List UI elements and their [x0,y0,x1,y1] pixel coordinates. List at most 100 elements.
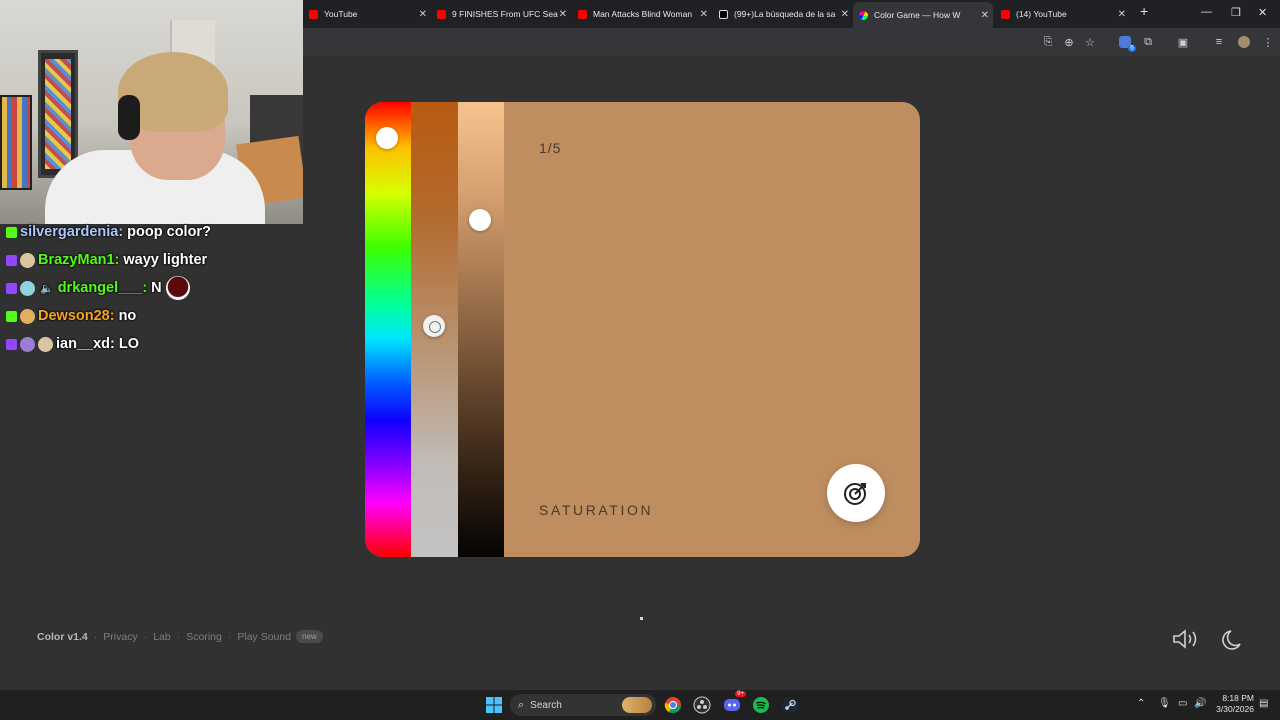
play-sound-link[interactable]: Play Sound [237,631,291,643]
submit-guess-button[interactable] [827,464,885,522]
moon-icon [1222,630,1241,650]
chat-message: 🔈 drkangel___: N [0,274,303,302]
kick-badge-icon [6,310,17,322]
lightness-slider-handle[interactable] [469,209,491,231]
target-check-icon [844,483,866,505]
emote-badge-icon [20,280,35,296]
twitch-badge-icon [6,338,17,350]
tab-title: Color Game — How W [874,10,961,20]
privacy-link[interactable]: Privacy [103,631,137,643]
youtube-icon [1001,9,1010,19]
tab-blind-woman[interactable]: Man Attacks Blind Woman ✕ [572,4,712,24]
lab-link[interactable]: Lab [153,631,171,643]
muted-speaker-icon: 🔈 [40,282,54,295]
twitch-badge-icon [6,254,17,266]
tab-youtube[interactable]: YouTube ✕ [303,4,431,24]
hue-slider-handle[interactable] [376,127,398,149]
tab-tiktok[interactable]: (99+)La búsqueda de la sa ✕ [713,4,853,24]
kick-badge-icon [6,226,17,238]
chat-username: drkangel___: [57,280,148,296]
sound-toggle-button[interactable] [1172,627,1200,651]
steam-icon[interactable] [781,696,799,714]
scoring-link[interactable]: Scoring [186,631,222,643]
extension-badge-icon[interactable]: 6 [1117,34,1136,52]
tiktok-icon [719,9,728,19]
chat-text: N [151,280,162,296]
zoom-icon[interactable]: ⊕ [1061,34,1077,50]
tab-youtube-14[interactable]: (14) YouTube ✕ [995,4,1130,24]
close-icon[interactable]: ✕ [841,9,849,20]
chat-username: ian__xd: [56,336,115,352]
tab-ufc[interactable]: 9 FINISHES From UFC Sea ✕ [431,4,571,24]
windows-start-icon[interactable] [485,696,503,714]
chat-username: silvergardenia: [20,224,124,240]
tab-title: (14) YouTube [1016,9,1067,19]
close-window-button[interactable]: ✕ [1258,6,1267,19]
slider-mode-label: SATURATION [539,502,654,518]
windows-taskbar: ⌕ Search 9+ ⌃ 🎙 ▭ 🔊 8:18 PM 3/30/2026 ▤ [0,690,1280,720]
tab-title: 9 FINISHES From UFC Sea [452,9,558,19]
sidebar-icon[interactable]: ▣ [1175,34,1191,50]
chat-message: Dewson28: no [0,302,303,330]
tab-color-game[interactable]: Color Game — How W ✕ [853,2,993,28]
volume-icon[interactable]: 🔊 [1194,698,1206,709]
profile-icon[interactable] [1236,34,1252,50]
separator: · [227,630,232,643]
close-icon[interactable]: ✕ [419,9,427,20]
dark-red-color-emote [165,276,190,300]
new-tab-button[interactable]: + [1140,3,1148,19]
color-picker-card: 1/5 SATURATION [365,102,920,557]
media-icon[interactable]: ≡ [1211,34,1227,50]
close-icon[interactable]: ✕ [981,10,989,21]
close-icon[interactable]: ✕ [1118,9,1126,20]
tab-title: YouTube [324,9,358,19]
chat-text: poop color? [127,224,211,240]
search-label: Search [530,699,562,711]
new-badge: new [296,630,323,643]
emote-badge-icon [38,336,53,352]
hue-slider[interactable] [365,102,411,557]
close-icon[interactable]: ✕ [700,9,708,20]
twitch-badge-icon [6,282,17,294]
cursor-dot [640,617,643,620]
chat-message: BrazyMan1: wayy lighter [0,246,303,274]
taskbar-search[interactable]: ⌕ Search [510,694,656,716]
chrome-icon[interactable] [664,696,682,714]
menu-icon[interactable]: ⋮ [1260,34,1276,50]
extensions-icon[interactable]: ⧉ [1140,34,1156,50]
close-icon[interactable]: ✕ [559,9,567,20]
notification-center-icon[interactable]: ▤ [1259,698,1268,709]
clock-time: 8:18 PM [1222,693,1254,703]
obs-icon[interactable] [693,696,711,714]
lightness-slider[interactable] [458,102,504,557]
clock-date: 3/30/2026 [1216,704,1254,714]
emote-badge-icon [20,336,35,352]
webcam-overlay [0,0,303,224]
bookmark-star-icon[interactable]: ☆ [1082,34,1098,50]
headset [118,95,140,140]
discord-icon[interactable]: 9+ [723,691,746,714]
tab-title: Man Attacks Blind Woman [593,9,693,19]
install-icon[interactable]: ⎘ [1040,34,1056,50]
minimize-button[interactable]: — [1201,6,1212,18]
emote-badge-icon [20,252,35,268]
chat-text: wayy lighter [123,252,208,268]
round-counter: 1/5 [539,140,562,156]
youtube-icon [437,9,446,19]
microphone-icon[interactable]: 🎙 [1158,698,1171,709]
spotify-icon[interactable] [752,696,770,714]
youtube-icon [309,9,318,19]
extension-count-badge: 6 [1128,45,1136,52]
restore-button[interactable]: ❐ [1231,6,1241,19]
saturation-slider-handle[interactable] [423,315,445,337]
app-version: Color v1.4 [37,630,88,643]
taskbar-clock[interactable]: 8:18 PM 3/30/2026 [1212,693,1254,715]
network-icon[interactable]: ▭ [1178,698,1187,709]
theme-toggle-button[interactable] [1220,627,1246,653]
speaker-icon [1173,629,1197,649]
tray-overflow-icon[interactable]: ⌃ [1137,698,1145,709]
color-game-icon [859,10,868,20]
stream-chat: silvergardenia: poop color? BrazyMan1: w… [0,218,303,358]
youtube-icon [578,9,587,19]
separator: · [93,630,98,643]
